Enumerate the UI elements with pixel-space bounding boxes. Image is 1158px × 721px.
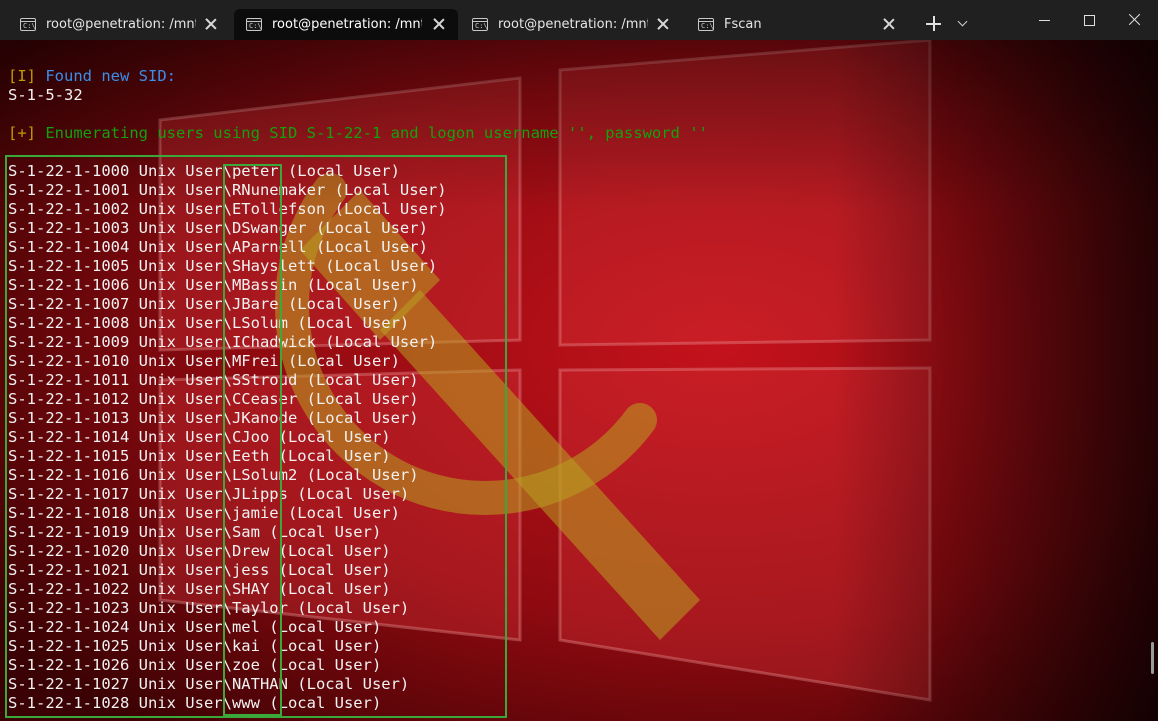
scrollbar[interactable] [1151, 642, 1154, 674]
chevron-down-icon[interactable] [955, 15, 971, 31]
tab-title: root@penetration: /mnt/c/U [46, 17, 196, 32]
enum-prefix: [+] [8, 124, 36, 142]
window-close-icon[interactable] [1127, 12, 1143, 28]
enum-text: Enumerating users using SID S-1-22-1 and… [36, 124, 708, 142]
close-icon[interactable] [882, 17, 896, 31]
cmd-icon: C:\ [698, 18, 714, 31]
info-line: [I] Found new SID: [8, 67, 176, 86]
info-prefix: [I] [8, 67, 36, 85]
close-icon[interactable] [204, 17, 218, 31]
tab-root-2[interactable]: C:\ root@penetration: /mnt/c/U [234, 9, 458, 40]
close-icon[interactable] [656, 17, 670, 31]
terminal-icon: C:\ [20, 18, 36, 31]
sid-value: S-1-5-32 [8, 86, 83, 104]
close-icon[interactable] [432, 17, 446, 31]
minimize-icon[interactable] [1036, 13, 1052, 29]
new-tab-icon[interactable] [923, 13, 945, 35]
info-text: Found new SID: [36, 67, 176, 85]
enum-line: [+] Enumerating users using SID S-1-22-1… [8, 124, 708, 143]
tab-title: root@penetration: /mnt/c/U [498, 17, 648, 32]
terminal-icon: C:\ [472, 18, 488, 31]
maximize-icon[interactable] [1081, 13, 1097, 29]
tab-root-1[interactable]: C:\ root@penetration: /mnt/c/U [8, 9, 230, 40]
tab-root-3[interactable]: C:\ root@penetration: /mnt/c/U [460, 9, 682, 40]
tab-title: Fscan [724, 17, 762, 32]
tab-title: root@penetration: /mnt/c/U [272, 17, 422, 32]
tab-fscan[interactable]: C:\ Fscan [686, 9, 908, 40]
username-highlight-box [223, 164, 282, 716]
tab-bar: C:\ root@penetration: /mnt/c/U C:\ root@… [0, 0, 1158, 40]
terminal-pane[interactable]: [I] Found new SID: S-1-5-32 [+] Enumerat… [0, 40, 1158, 721]
terminal-icon: C:\ [246, 18, 262, 31]
